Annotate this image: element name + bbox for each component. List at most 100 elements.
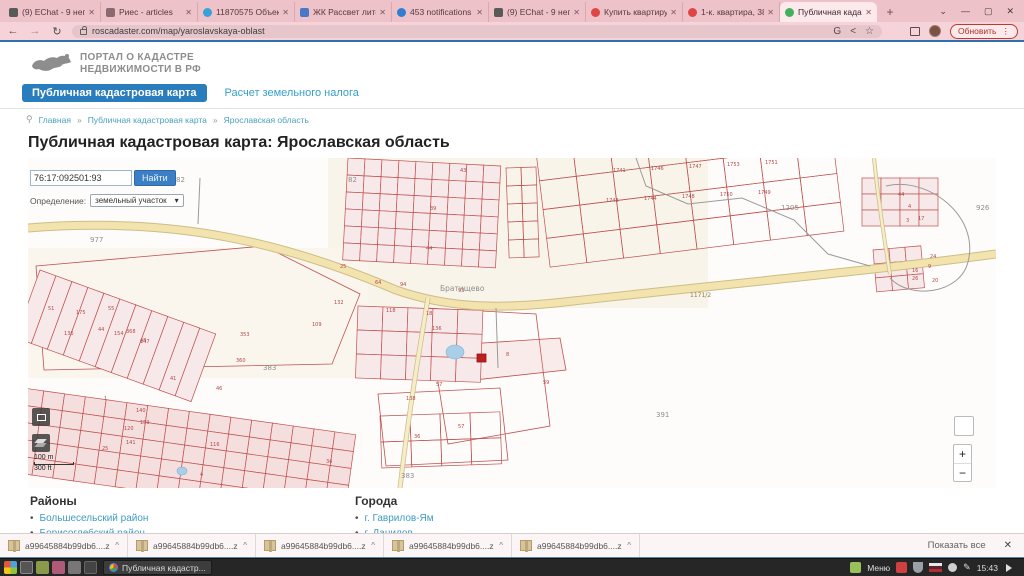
parcel[interactable] bbox=[201, 465, 224, 485]
minimize-button[interactable]: — bbox=[961, 6, 970, 16]
parcel[interactable] bbox=[362, 193, 380, 211]
parcel[interactable] bbox=[81, 414, 104, 434]
parcel[interactable] bbox=[307, 463, 330, 483]
download-menu-chevron-icon[interactable]: ^ bbox=[627, 541, 631, 550]
parcel[interactable] bbox=[76, 447, 99, 467]
profile-avatar[interactable] bbox=[929, 25, 941, 37]
file-manager-icon[interactable] bbox=[36, 561, 49, 574]
parcel[interactable] bbox=[378, 211, 396, 229]
parcel[interactable] bbox=[60, 411, 83, 431]
tab-close-icon[interactable]: ✕ bbox=[282, 8, 289, 17]
keyboard-layout-flag-icon[interactable] bbox=[929, 563, 942, 572]
parcel[interactable] bbox=[413, 196, 431, 214]
parcel[interactable] bbox=[461, 249, 479, 267]
app-menu-icon[interactable] bbox=[4, 561, 17, 574]
parcel[interactable] bbox=[289, 443, 312, 463]
parcel[interactable] bbox=[356, 330, 382, 355]
parcel[interactable] bbox=[333, 432, 356, 452]
close-window-button[interactable]: ✕ bbox=[1006, 6, 1014, 17]
selected-parcel[interactable] bbox=[477, 354, 486, 362]
parcel[interactable] bbox=[478, 250, 496, 268]
volume-icon[interactable] bbox=[1006, 564, 1016, 572]
side-panel-icon[interactable] bbox=[910, 27, 920, 36]
parcel[interactable] bbox=[430, 357, 456, 382]
parcel[interactable] bbox=[875, 276, 892, 291]
parcel[interactable] bbox=[344, 226, 362, 244]
parcel[interactable] bbox=[431, 179, 449, 197]
parcel[interactable] bbox=[397, 178, 415, 196]
find-button[interactable]: Найти bbox=[134, 170, 176, 186]
parcel[interactable] bbox=[242, 471, 265, 488]
nav-land-tax-link[interactable]: Расчет земельного налога bbox=[225, 87, 359, 99]
district-link[interactable]: Большесельский район bbox=[40, 513, 149, 524]
parcel[interactable] bbox=[481, 199, 499, 217]
parcel[interactable] bbox=[380, 177, 398, 195]
parcel[interactable] bbox=[377, 245, 395, 263]
maximize-button[interactable]: ▢ bbox=[984, 6, 993, 17]
parcel[interactable] bbox=[229, 417, 252, 437]
parcel[interactable] bbox=[101, 417, 124, 437]
map-canvas[interactable]: 1741174617471753175117431744174817501749… bbox=[28, 158, 996, 488]
parcel[interactable] bbox=[465, 181, 483, 199]
tab-close-icon[interactable]: ✕ bbox=[670, 8, 677, 17]
parcel[interactable] bbox=[208, 414, 231, 434]
parcel[interactable] bbox=[462, 232, 480, 250]
notification-tray-icon[interactable] bbox=[896, 562, 907, 573]
parcel[interactable] bbox=[412, 212, 430, 230]
parcel[interactable] bbox=[115, 470, 138, 488]
parcel[interactable] bbox=[361, 210, 379, 228]
parcel[interactable] bbox=[104, 400, 127, 420]
parcel[interactable] bbox=[226, 434, 249, 454]
parcel[interactable] bbox=[185, 428, 208, 448]
parcel[interactable] bbox=[396, 195, 414, 213]
parcel[interactable] bbox=[464, 198, 482, 216]
parcel[interactable] bbox=[343, 243, 361, 261]
bookmark-star-icon[interactable]: ☆ bbox=[865, 26, 874, 37]
parcel[interactable] bbox=[141, 439, 164, 459]
breadcrumb-region[interactable]: Ярославская область bbox=[224, 115, 309, 125]
zoom-out-button[interactable]: − bbox=[954, 464, 971, 483]
parcel[interactable] bbox=[245, 454, 268, 474]
parcel[interactable] bbox=[187, 411, 210, 431]
extent-button[interactable] bbox=[32, 408, 50, 426]
parcel[interactable] bbox=[74, 464, 97, 484]
parcel[interactable] bbox=[203, 448, 226, 468]
parcel[interactable] bbox=[265, 457, 288, 477]
download-item[interactable]: a99645884b99db6....zip^ bbox=[512, 534, 640, 557]
parcel[interactable] bbox=[463, 215, 481, 233]
tab-close-icon[interactable]: ✕ bbox=[767, 8, 774, 17]
download-menu-chevron-icon[interactable]: ^ bbox=[371, 541, 375, 550]
address-bar[interactable]: roscadaster.com/map/yaroslavskaya-oblast… bbox=[72, 25, 882, 38]
parcel[interactable] bbox=[286, 460, 309, 480]
parcel[interactable] bbox=[483, 165, 501, 183]
home-extent-button[interactable] bbox=[954, 416, 974, 436]
parcel[interactable] bbox=[364, 159, 382, 177]
parcel[interactable] bbox=[432, 162, 450, 180]
parcel[interactable] bbox=[411, 229, 429, 247]
download-item[interactable]: a99645884b99db6....zip^ bbox=[128, 534, 256, 557]
parcel[interactable] bbox=[164, 425, 187, 445]
terminal-icon[interactable] bbox=[20, 561, 33, 574]
browser-tab[interactable]: (9) EChat - 9 непрочи✕ bbox=[489, 2, 586, 22]
breadcrumb-public-map[interactable]: Публичная кадастровая карта bbox=[88, 115, 207, 125]
parcel[interactable] bbox=[344, 209, 362, 227]
parcel[interactable] bbox=[446, 214, 464, 232]
parcel[interactable] bbox=[448, 180, 466, 198]
tab-close-icon[interactable]: ✕ bbox=[865, 8, 872, 17]
parcel[interactable] bbox=[445, 231, 463, 249]
parcel[interactable] bbox=[263, 474, 286, 488]
close-downloads-bar-button[interactable]: ✕ bbox=[1004, 540, 1012, 551]
parcel[interactable] bbox=[919, 178, 938, 194]
parcel[interactable] bbox=[379, 194, 397, 212]
parcel[interactable] bbox=[482, 182, 500, 200]
browser-tab[interactable]: Публичная кадастр✕ bbox=[780, 2, 877, 22]
cadastral-number-input[interactable] bbox=[30, 170, 132, 186]
parcel[interactable] bbox=[221, 468, 244, 488]
parcel[interactable] bbox=[363, 176, 381, 194]
parcel[interactable] bbox=[249, 420, 272, 440]
tab-close-icon[interactable]: ✕ bbox=[476, 8, 483, 17]
cadastral-map[interactable]: 1741174617471753175117431744174817501749… bbox=[28, 158, 996, 488]
active-task-chrome[interactable]: Публичная кадастр... bbox=[103, 560, 212, 575]
edit-tray-icon[interactable]: ✎ bbox=[963, 562, 971, 573]
district-link[interactable]: Борисоглебский район bbox=[40, 528, 145, 533]
